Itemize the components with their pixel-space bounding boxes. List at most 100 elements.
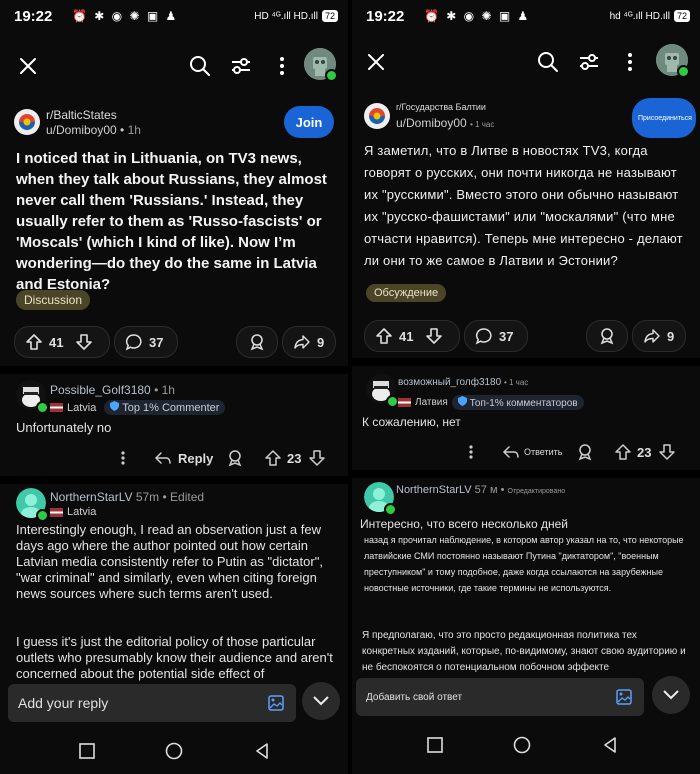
post-title: I noticed that in Lithuania, on TV3 news… <box>16 150 327 293</box>
award-icon <box>600 328 614 345</box>
reply-input[interactable]: Add your reply <box>8 684 296 722</box>
status-notification-icons: ⏰ ✱ ◉ ✺ ▣ ♟ <box>72 9 179 23</box>
image-icon[interactable] <box>268 695 284 711</box>
subreddit-name[interactable]: r/Государства Балтии <box>396 102 486 112</box>
screen-english: 19:22 ⏰ ✱ ◉ ✺ ▣ ♟ HD ⁴ᴳ.ıll HD.ıll 72 r/… <box>0 0 348 774</box>
upvote-icon[interactable] <box>614 443 632 461</box>
latvia-flag-icon <box>50 507 63 517</box>
user-avatar[interactable] <box>304 48 338 82</box>
close-icon[interactable] <box>362 48 390 76</box>
status-time: 19:22 <box>366 8 405 25</box>
comment-author[interactable]: возможный_голф3180 • 1 час <box>398 377 528 388</box>
award-icon <box>250 334 264 351</box>
status-signal: HD ⁴ᴳ.ıll HD.ıll 72 <box>254 10 338 22</box>
search-icon[interactable] <box>534 48 562 76</box>
top-commenter-badge: Top 1% Commenter <box>104 400 226 415</box>
comment-count: 37 <box>499 328 514 344</box>
comment-actions: Reply 23 <box>110 446 340 470</box>
subreddit-icon[interactable] <box>14 109 40 135</box>
online-indicator <box>384 503 397 516</box>
back-icon[interactable] <box>600 735 620 755</box>
filter-icon[interactable] <box>575 48 603 76</box>
comment-author[interactable]: Possible_Golf3180 • 1h <box>50 383 175 397</box>
comment-text: Unfortunately no <box>16 420 112 435</box>
filter-icon[interactable] <box>227 52 255 80</box>
comment-text: назад я прочитал наблюдение, в котором а… <box>364 535 684 593</box>
reply-button[interactable]: Ответить <box>524 447 562 457</box>
home-icon[interactable] <box>512 735 532 755</box>
award-button[interactable] <box>586 320 628 352</box>
upvote-icon[interactable] <box>375 327 393 345</box>
reply-icon[interactable] <box>502 443 520 461</box>
top-toolbar <box>352 44 700 88</box>
post-author[interactable]: u/Domiboy00 • 1 час <box>396 116 494 130</box>
recents-icon[interactable] <box>426 736 444 754</box>
downvote-icon[interactable] <box>425 327 443 345</box>
home-icon[interactable] <box>164 741 184 761</box>
comment-author[interactable]: NorthernStarLV 57 м • Отредактировано <box>396 484 565 496</box>
signal-icon: hd ⁴ᴳ.ıll HD.ıll <box>609 10 670 22</box>
award-button[interactable] <box>236 326 278 358</box>
reply-button[interactable]: Reply <box>178 451 213 466</box>
comment-count: 37 <box>149 334 164 350</box>
back-icon[interactable] <box>252 741 272 761</box>
subreddit-icon[interactable] <box>364 103 390 129</box>
share-button[interactable]: 9 <box>632 320 686 352</box>
battery-icon: 72 <box>321 10 338 22</box>
vote-count: 23 <box>637 445 652 460</box>
image-icon[interactable] <box>616 689 632 705</box>
divider <box>352 358 700 366</box>
search-icon[interactable] <box>186 52 214 80</box>
screen-russian: 19:22 ⏰ ✱ ◉ ✺ ▣ ♟ hd ⁴ᴳ.ıll HD.ıll 72 r/… <box>352 0 700 774</box>
status-bar: 19:22 ⏰ ✱ ◉ ✺ ▣ ♟ hd ⁴ᴳ.ıll HD.ıll 72 <box>352 0 700 36</box>
user-avatar[interactable] <box>656 44 690 78</box>
reply-input[interactable]: Добавить свой ответ <box>356 678 644 716</box>
upvote-icon[interactable] <box>264 449 282 467</box>
user-flair: Latvia <box>50 506 96 518</box>
vote-pill: 41 <box>364 320 460 352</box>
comment-text: I guess it's just the editorial policy o… <box>16 634 333 681</box>
downvote-icon[interactable] <box>75 333 93 351</box>
comments-button[interactable]: 37 <box>464 320 528 352</box>
post-flair[interactable]: Обсуждение <box>366 284 447 302</box>
post-title: Я заметил, что в Литве в новостях TV3, к… <box>364 143 683 268</box>
share-count: 9 <box>317 334 325 350</box>
comment-text: Интересно, что всего несколько дней <box>360 517 569 531</box>
award-icon[interactable] <box>576 443 594 461</box>
downvote-icon[interactable] <box>658 443 676 461</box>
more-options-icon[interactable] <box>464 442 478 462</box>
collapse-button[interactable] <box>302 682 340 720</box>
online-indicator <box>36 401 49 414</box>
award-icon[interactable] <box>226 449 244 467</box>
more-icon[interactable] <box>616 48 644 76</box>
subreddit-name[interactable]: r/BalticStates <box>46 108 117 122</box>
post-flair[interactable]: Discussion <box>16 290 91 310</box>
share-count: 9 <box>667 328 675 344</box>
upvote-icon[interactable] <box>25 333 43 351</box>
post-actions: 41 37 9 <box>14 326 336 358</box>
comments-button[interactable]: 37 <box>114 326 178 358</box>
system-nav-bar <box>0 730 348 774</box>
upvote-count: 41 <box>399 328 414 344</box>
collapse-button[interactable] <box>652 676 690 714</box>
more-options-icon[interactable] <box>116 448 130 468</box>
post-author[interactable]: u/Domiboy00 • 1h <box>46 123 141 137</box>
join-button[interactable]: Присоединиться <box>632 98 696 138</box>
downvote-icon[interactable] <box>308 449 326 467</box>
join-button[interactable]: Join <box>284 106 334 138</box>
user-flair: Latvia Top 1% Commenter <box>50 400 226 415</box>
more-icon[interactable] <box>268 52 296 80</box>
battery-icon: 72 <box>673 10 690 22</box>
reply-placeholder: Add your reply <box>18 695 109 711</box>
divider <box>0 476 348 484</box>
share-button[interactable]: 9 <box>282 326 336 358</box>
comment-text: Interestingly enough, I read an observat… <box>16 522 323 601</box>
badge-icon <box>110 401 120 411</box>
reply-icon[interactable] <box>154 449 172 467</box>
divider <box>0 366 348 374</box>
comment-author[interactable]: NorthernStarLV 57m • Edited <box>50 490 204 504</box>
online-indicator <box>36 509 49 522</box>
close-icon[interactable] <box>14 52 42 80</box>
recents-icon[interactable] <box>78 742 96 760</box>
chevron-down-icon <box>313 696 329 706</box>
